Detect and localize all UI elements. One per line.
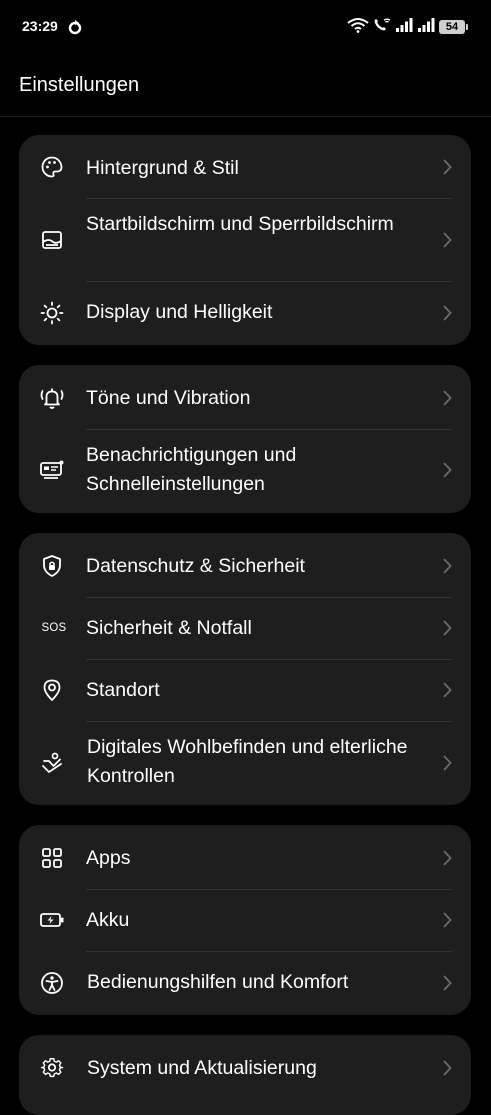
settings-item-label: Töne und Vibration: [86, 387, 251, 409]
wifi-icon: [347, 17, 369, 38]
settings-item-startbildschirm-sperrbildschirm[interactable]: Startbildschirm und Sperrbildschirm: [19, 199, 471, 281]
settings-item-sicherheit-notfall[interactable]: SOS Sicherheit & Notfall: [19, 597, 471, 659]
settings-item-standort[interactable]: Standort: [19, 659, 471, 721]
settings-item-benachrichtigungen[interactable]: Benachrichtigungen und Schnelleinstellun…: [19, 429, 471, 513]
settings-item-label: Akku: [86, 909, 130, 931]
notification-panel-icon: [39, 457, 65, 483]
shield-lock-icon: [39, 553, 65, 579]
settings-item-digitales-wohlbefinden[interactable]: Digitales Wohlbefinden und elterliche Ko…: [19, 721, 471, 805]
accessibility-icon: [39, 970, 65, 996]
settings-group-2: Töne und Vibration Benachrichtigungen un…: [19, 365, 471, 513]
chevron-right-icon: [443, 159, 452, 175]
header-divider: [0, 116, 491, 117]
status-time: 23:29: [22, 18, 58, 34]
brightness-icon: [39, 300, 65, 326]
settings-item-datenschutz-sicherheit[interactable]: Datenschutz & Sicherheit: [19, 533, 471, 597]
location-pin-icon: [39, 677, 65, 703]
settings-item-label: System und Aktualisierung: [87, 1057, 317, 1079]
settings-item-hintergrund-stil[interactable]: Hintergrund & Stil: [19, 135, 471, 199]
chevron-right-icon: [443, 558, 452, 574]
settings-item-label: Datenschutz & Sicherheit: [86, 555, 305, 577]
chevron-right-icon: [443, 755, 452, 771]
chevron-right-icon: [443, 682, 452, 698]
sync-icon: [67, 19, 83, 35]
chevron-right-icon: [443, 462, 452, 478]
chevron-right-icon: [443, 620, 452, 636]
settings-item-label: Startbildschirm und Sperrbildschirm: [86, 213, 394, 235]
settings-item-label: Hintergrund & Stil: [86, 157, 239, 179]
sos-icon-text: SOS: [41, 622, 67, 634]
settings-item-label: Standort: [86, 679, 160, 701]
gear-icon: [39, 1055, 65, 1081]
sos-icon: SOS: [39, 615, 69, 641]
signal-strength-icon-1: [395, 17, 413, 38]
settings-item-apps[interactable]: Apps: [19, 825, 471, 889]
settings-item-display-helligkeit[interactable]: Display und Helligkeit: [19, 281, 471, 345]
wifi-calling-icon: [373, 17, 391, 38]
settings-item-bedienungshilfen[interactable]: Bedienungshilfen und Komfort: [19, 951, 471, 1015]
signal-strength-icon-2: [417, 17, 435, 38]
palette-icon: [39, 154, 65, 180]
settings-item-label: Sicherheit & Notfall: [86, 617, 252, 639]
settings-group-5: System und Aktualisierung: [19, 1035, 471, 1115]
settings-item-akku[interactable]: Akku: [19, 889, 471, 951]
battery-indicator: 54: [439, 20, 468, 34]
chevron-right-icon: [443, 850, 452, 866]
status-bar: 23:29 54: [0, 0, 491, 56]
apps-grid-icon: [39, 845, 65, 871]
settings-item-toene-vibration[interactable]: Töne und Vibration: [19, 365, 471, 429]
settings-group-3: Datenschutz & Sicherheit SOS Sicherheit …: [19, 533, 471, 805]
settings-item-label: Display und Helligkeit: [86, 301, 273, 323]
chevron-right-icon: [443, 1060, 452, 1076]
settings-item-label: Apps: [86, 847, 131, 869]
home-screen-icon: [39, 227, 65, 253]
bell-vibrate-icon: [39, 385, 65, 411]
chevron-right-icon: [443, 232, 452, 248]
page-title: Einstellungen: [19, 74, 140, 96]
chevron-right-icon: [443, 912, 452, 928]
settings-item-label: Benachrichtigungen und Schnelleinstellun…: [86, 444, 297, 495]
chevron-right-icon: [443, 975, 452, 991]
settings-item-label: Bedienungshilfen und Komfort: [87, 971, 349, 993]
wellbeing-icon: [39, 750, 65, 776]
status-icons: 54: [347, 17, 468, 38]
chevron-right-icon: [443, 305, 452, 321]
settings-group-4: Apps Akku Bedienungshilfen und Komfort: [19, 825, 471, 1015]
settings-group-1: Hintergrund & Stil Startbildschirm und S…: [19, 135, 471, 345]
settings-item-label: Digitales Wohlbefinden und elterliche Ko…: [87, 736, 408, 787]
battery-icon: [39, 907, 65, 933]
settings-item-system-aktualisierung[interactable]: System und Aktualisierung: [19, 1035, 471, 1099]
chevron-right-icon: [443, 390, 452, 406]
